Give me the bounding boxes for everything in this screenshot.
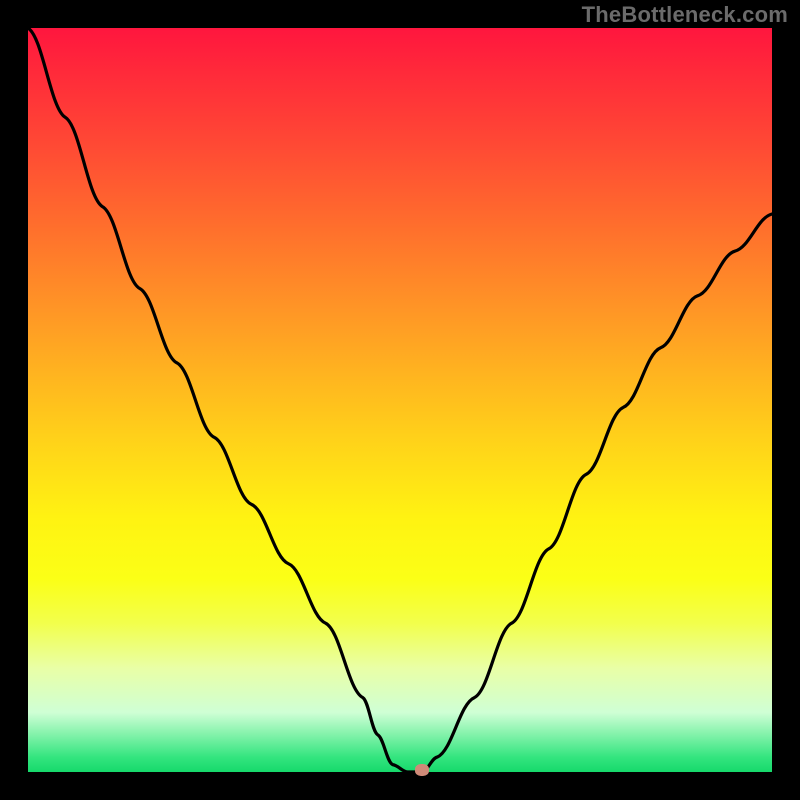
chart-frame: TheBottleneck.com [0,0,800,800]
plot-area [28,28,772,772]
curve-svg [28,28,772,772]
bottleneck-marker [415,764,429,776]
curve-path [28,28,772,772]
watermark-text: TheBottleneck.com [582,2,788,28]
